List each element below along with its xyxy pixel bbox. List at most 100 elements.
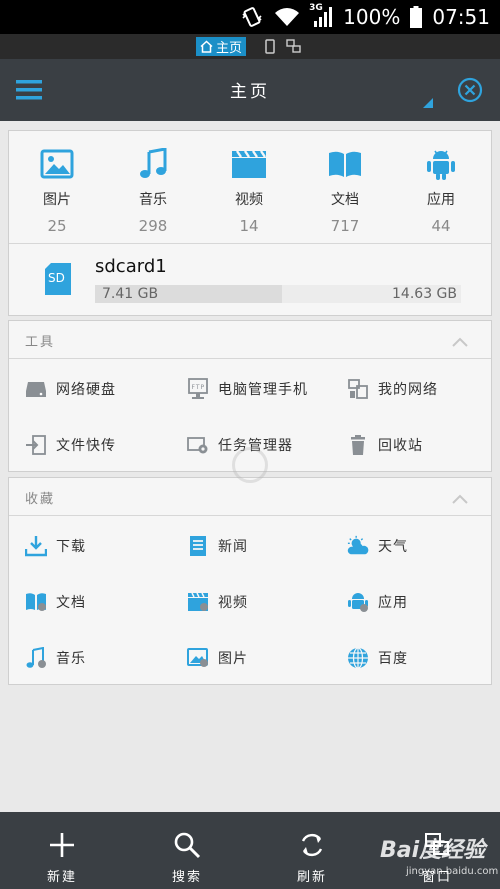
category-label: 文档 <box>331 192 359 208</box>
category-count: 14 <box>239 217 259 235</box>
favorites-panel: 收藏 下载 新闻 天气 文档 视频 应用 音乐 图片 百度 <box>8 477 492 685</box>
sd-card-icon[interactable]: SD <box>43 262 73 296</box>
tool-item[interactable]: 文件快传 <box>25 433 116 457</box>
status-bar: 3G 100% 07:51 <box>0 0 500 34</box>
favorite-label: 图片 <box>218 651 248 667</box>
favorite-item[interactable]: 文档 <box>25 590 86 614</box>
favorite-label: 百度 <box>378 651 408 667</box>
loading-spinner <box>232 447 268 483</box>
search-icon <box>174 832 201 859</box>
picture-icon <box>187 647 209 669</box>
refresh-icon <box>301 834 323 856</box>
window-tab-home[interactable]: 主页 <box>196 37 247 56</box>
toolbar: 主页 <box>0 59 500 121</box>
plus-icon <box>50 833 74 857</box>
category-pictures[interactable]: 图片 25 <box>27 147 87 235</box>
favorite-item[interactable]: 百度 <box>347 646 408 670</box>
tool-label: 我的网络 <box>378 382 438 398</box>
signal-icon: 3G <box>309 3 333 28</box>
favorite-item[interactable]: 应用 <box>347 590 408 614</box>
category-video[interactable]: 视频 14 <box>219 147 279 235</box>
phone-window-icon[interactable] <box>262 38 278 55</box>
favorite-item[interactable]: 天气 <box>347 534 408 558</box>
category-count: 298 <box>138 217 168 235</box>
task-manager-icon <box>187 434 209 456</box>
favorite-label: 天气 <box>378 539 408 555</box>
new-button[interactable]: 新建 <box>22 828 102 885</box>
category-label: 图片 <box>43 192 71 208</box>
categories-panel: 图片 25 音乐 298 视频 14 文档 717 应用 44 SD sdcar… <box>8 130 492 316</box>
refresh-button[interactable]: 刷新 <box>272 828 352 885</box>
storage-name[interactable]: sdcard1 <box>95 256 167 277</box>
tool-label: 回收站 <box>378 438 423 454</box>
ftp-icon: FTP <box>187 378 209 400</box>
vibrate-icon <box>241 6 263 28</box>
dropdown-corner-icon[interactable] <box>423 98 433 108</box>
favorite-item[interactable]: 图片 <box>187 646 248 670</box>
favorite-label: 下载 <box>56 539 86 555</box>
video-icon <box>187 591 209 613</box>
svg-text:FTP: FTP <box>192 384 206 391</box>
watermark-url: jingyan.baidu.com <box>406 866 499 877</box>
music-icon <box>25 647 47 669</box>
picture-icon <box>40 149 74 179</box>
category-count: 44 <box>431 217 451 235</box>
window-tab-label: 主页 <box>216 41 243 56</box>
favorites-header[interactable]: 收藏 <box>9 478 491 516</box>
tool-item[interactable]: FTP 电脑管理手机 <box>187 377 308 401</box>
music-icon <box>140 148 167 178</box>
category-documents[interactable]: 文档 717 <box>315 147 375 235</box>
sd-card-icon-label: SD <box>48 271 65 285</box>
storage-usage-bar: 7.41 GB 14.63 GB <box>95 285 461 303</box>
search-button[interactable]: 搜索 <box>147 828 227 885</box>
favorite-item[interactable]: 视频 <box>187 590 248 614</box>
category-music[interactable]: 音乐 298 <box>123 147 183 235</box>
category-count: 717 <box>330 217 360 235</box>
favorite-item[interactable]: 新闻 <box>187 534 248 558</box>
my-network-icon <box>347 378 369 400</box>
new-label: 新建 <box>46 870 77 885</box>
watermark-logo: Bai度经验 <box>380 838 486 863</box>
category-label: 视频 <box>235 192 263 208</box>
category-apps[interactable]: 应用 44 <box>411 147 471 235</box>
tool-label: 文件快传 <box>56 438 116 454</box>
tools-header[interactable]: 工具 <box>9 321 491 359</box>
category-label: 音乐 <box>139 192 167 208</box>
favorite-label: 视频 <box>218 595 248 611</box>
favorite-label: 新闻 <box>218 539 248 555</box>
network-type: 3G <box>309 3 323 13</box>
video-icon <box>232 150 266 178</box>
tool-item[interactable]: 我的网络 <box>347 377 438 401</box>
watermark: Bai度经验 jingyan.baidu.com <box>380 832 498 877</box>
divider <box>9 243 491 244</box>
globe-icon <box>347 647 369 669</box>
tool-label: 电脑管理手机 <box>218 382 308 398</box>
recycle-bin-icon <box>347 434 369 456</box>
document-icon <box>329 151 361 177</box>
download-icon <box>25 535 47 557</box>
favorite-label: 应用 <box>378 595 408 611</box>
battery-icon <box>410 6 423 28</box>
android-icon <box>347 591 369 613</box>
favorite-item[interactable]: 音乐 <box>25 646 86 670</box>
category-count: 25 <box>47 217 67 235</box>
tool-item[interactable]: 网络硬盘 <box>25 377 116 401</box>
search-label: 搜索 <box>171 870 202 885</box>
close-circle-icon <box>457 77 483 103</box>
favorite-label: 文档 <box>56 595 86 611</box>
file-transfer-icon <box>25 434 47 456</box>
tool-label: 网络硬盘 <box>56 382 116 398</box>
section-title: 工具 <box>25 335 56 350</box>
window-strip: 主页 <box>0 34 500 59</box>
chevron-up-icon[interactable] <box>451 333 469 352</box>
close-button[interactable] <box>457 77 483 107</box>
weather-icon <box>347 535 369 557</box>
network-disk-icon <box>25 378 47 400</box>
storage-used: 7.41 GB <box>102 286 159 302</box>
favorite-item[interactable]: 下载 <box>25 534 86 558</box>
tool-item[interactable]: 回收站 <box>347 433 423 457</box>
chevron-up-icon[interactable] <box>451 490 469 509</box>
network-window-icon[interactable] <box>286 38 302 55</box>
storage-total: 14.63 GB <box>392 286 457 302</box>
document-icon <box>25 591 47 613</box>
